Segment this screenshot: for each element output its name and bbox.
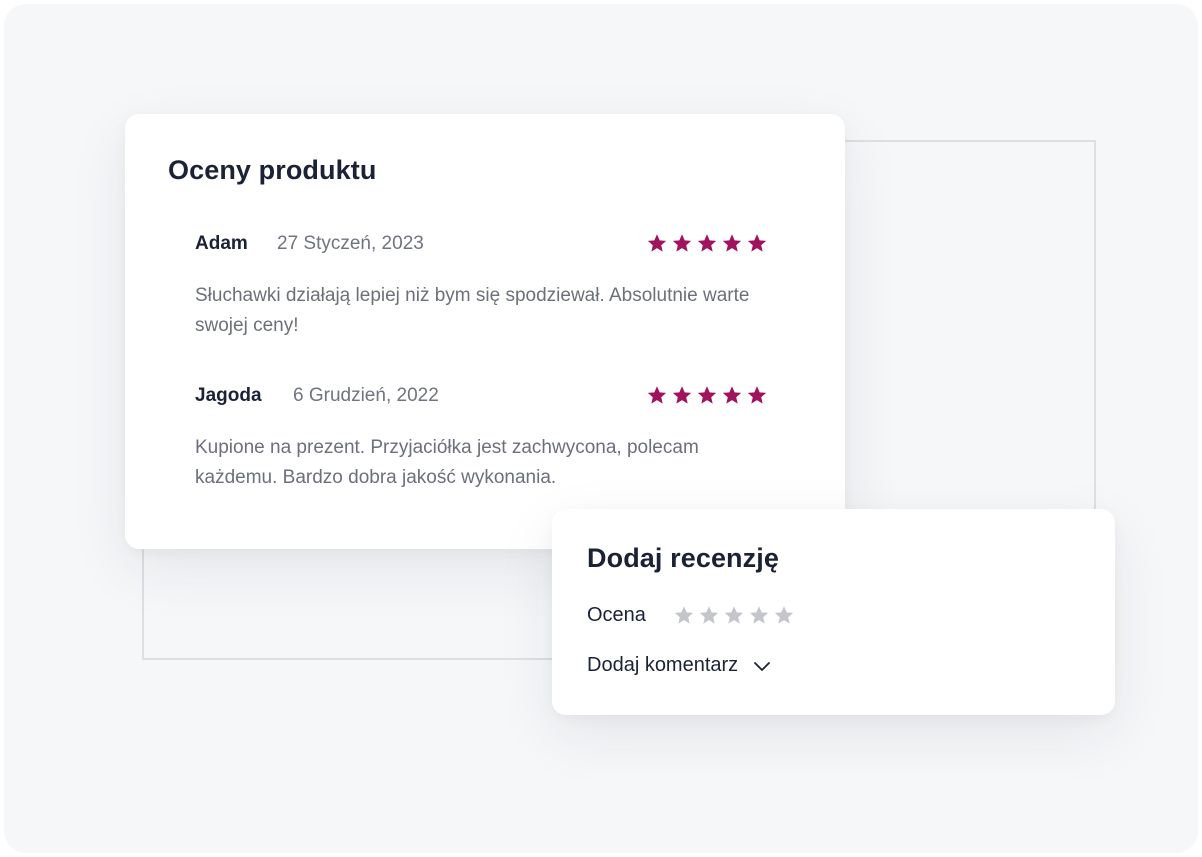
star-filled-icon xyxy=(721,384,743,406)
star-empty-icon[interactable] xyxy=(673,604,695,626)
review-item: Adam 27 Styczeń, 2023 Słuchawki działają… xyxy=(195,233,767,341)
star-filled-icon xyxy=(671,232,693,254)
star-filled-icon xyxy=(646,232,668,254)
star-empty-icon[interactable] xyxy=(698,604,720,626)
review-header: Jagoda 6 Grudzień, 2022 xyxy=(195,385,767,409)
star-filled-icon xyxy=(746,232,768,254)
review-text: Kupione na prezent. Przyjaciółka jest za… xyxy=(195,437,699,488)
add-review-card: Dodaj recenzję Ocena Dodaj komentarz xyxy=(552,509,1115,715)
review-item: Jagoda 6 Grudzień, 2022 Kupione na preze… xyxy=(195,385,767,493)
star-empty-icon[interactable] xyxy=(723,604,745,626)
star-filled-icon xyxy=(646,384,668,406)
review-date: 6 Grudzień, 2022 xyxy=(293,385,439,406)
review-author: Adam xyxy=(195,233,248,254)
review-date: 27 Styczeń, 2023 xyxy=(277,233,424,254)
review-text: Słuchawki działają lepiej niż bym się sp… xyxy=(195,285,750,336)
star-filled-icon xyxy=(746,384,768,406)
review-rating xyxy=(646,232,768,254)
add-review-title: Dodaj recenzję xyxy=(587,543,779,573)
add-comment-toggle[interactable]: Dodaj komentarz xyxy=(587,654,772,677)
review-header: Adam 27 Styczeń, 2023 xyxy=(195,233,767,257)
star-empty-icon[interactable] xyxy=(748,604,770,626)
ratings-title: Oceny produktu xyxy=(168,155,377,185)
chevron-down-icon xyxy=(752,656,772,676)
add-comment-label: Dodaj komentarz xyxy=(587,654,739,676)
review-rating xyxy=(646,384,768,406)
rating-label: Ocena xyxy=(587,604,646,626)
rating-input[interactable] xyxy=(673,604,795,626)
star-filled-icon xyxy=(696,384,718,406)
product-ratings-card: Oceny produktu Adam 27 Styczeń, 2023 Słu… xyxy=(125,114,845,549)
review-author: Jagoda xyxy=(195,385,262,406)
star-filled-icon xyxy=(671,384,693,406)
star-filled-icon xyxy=(721,232,743,254)
star-empty-icon[interactable] xyxy=(773,604,795,626)
star-filled-icon xyxy=(696,232,718,254)
